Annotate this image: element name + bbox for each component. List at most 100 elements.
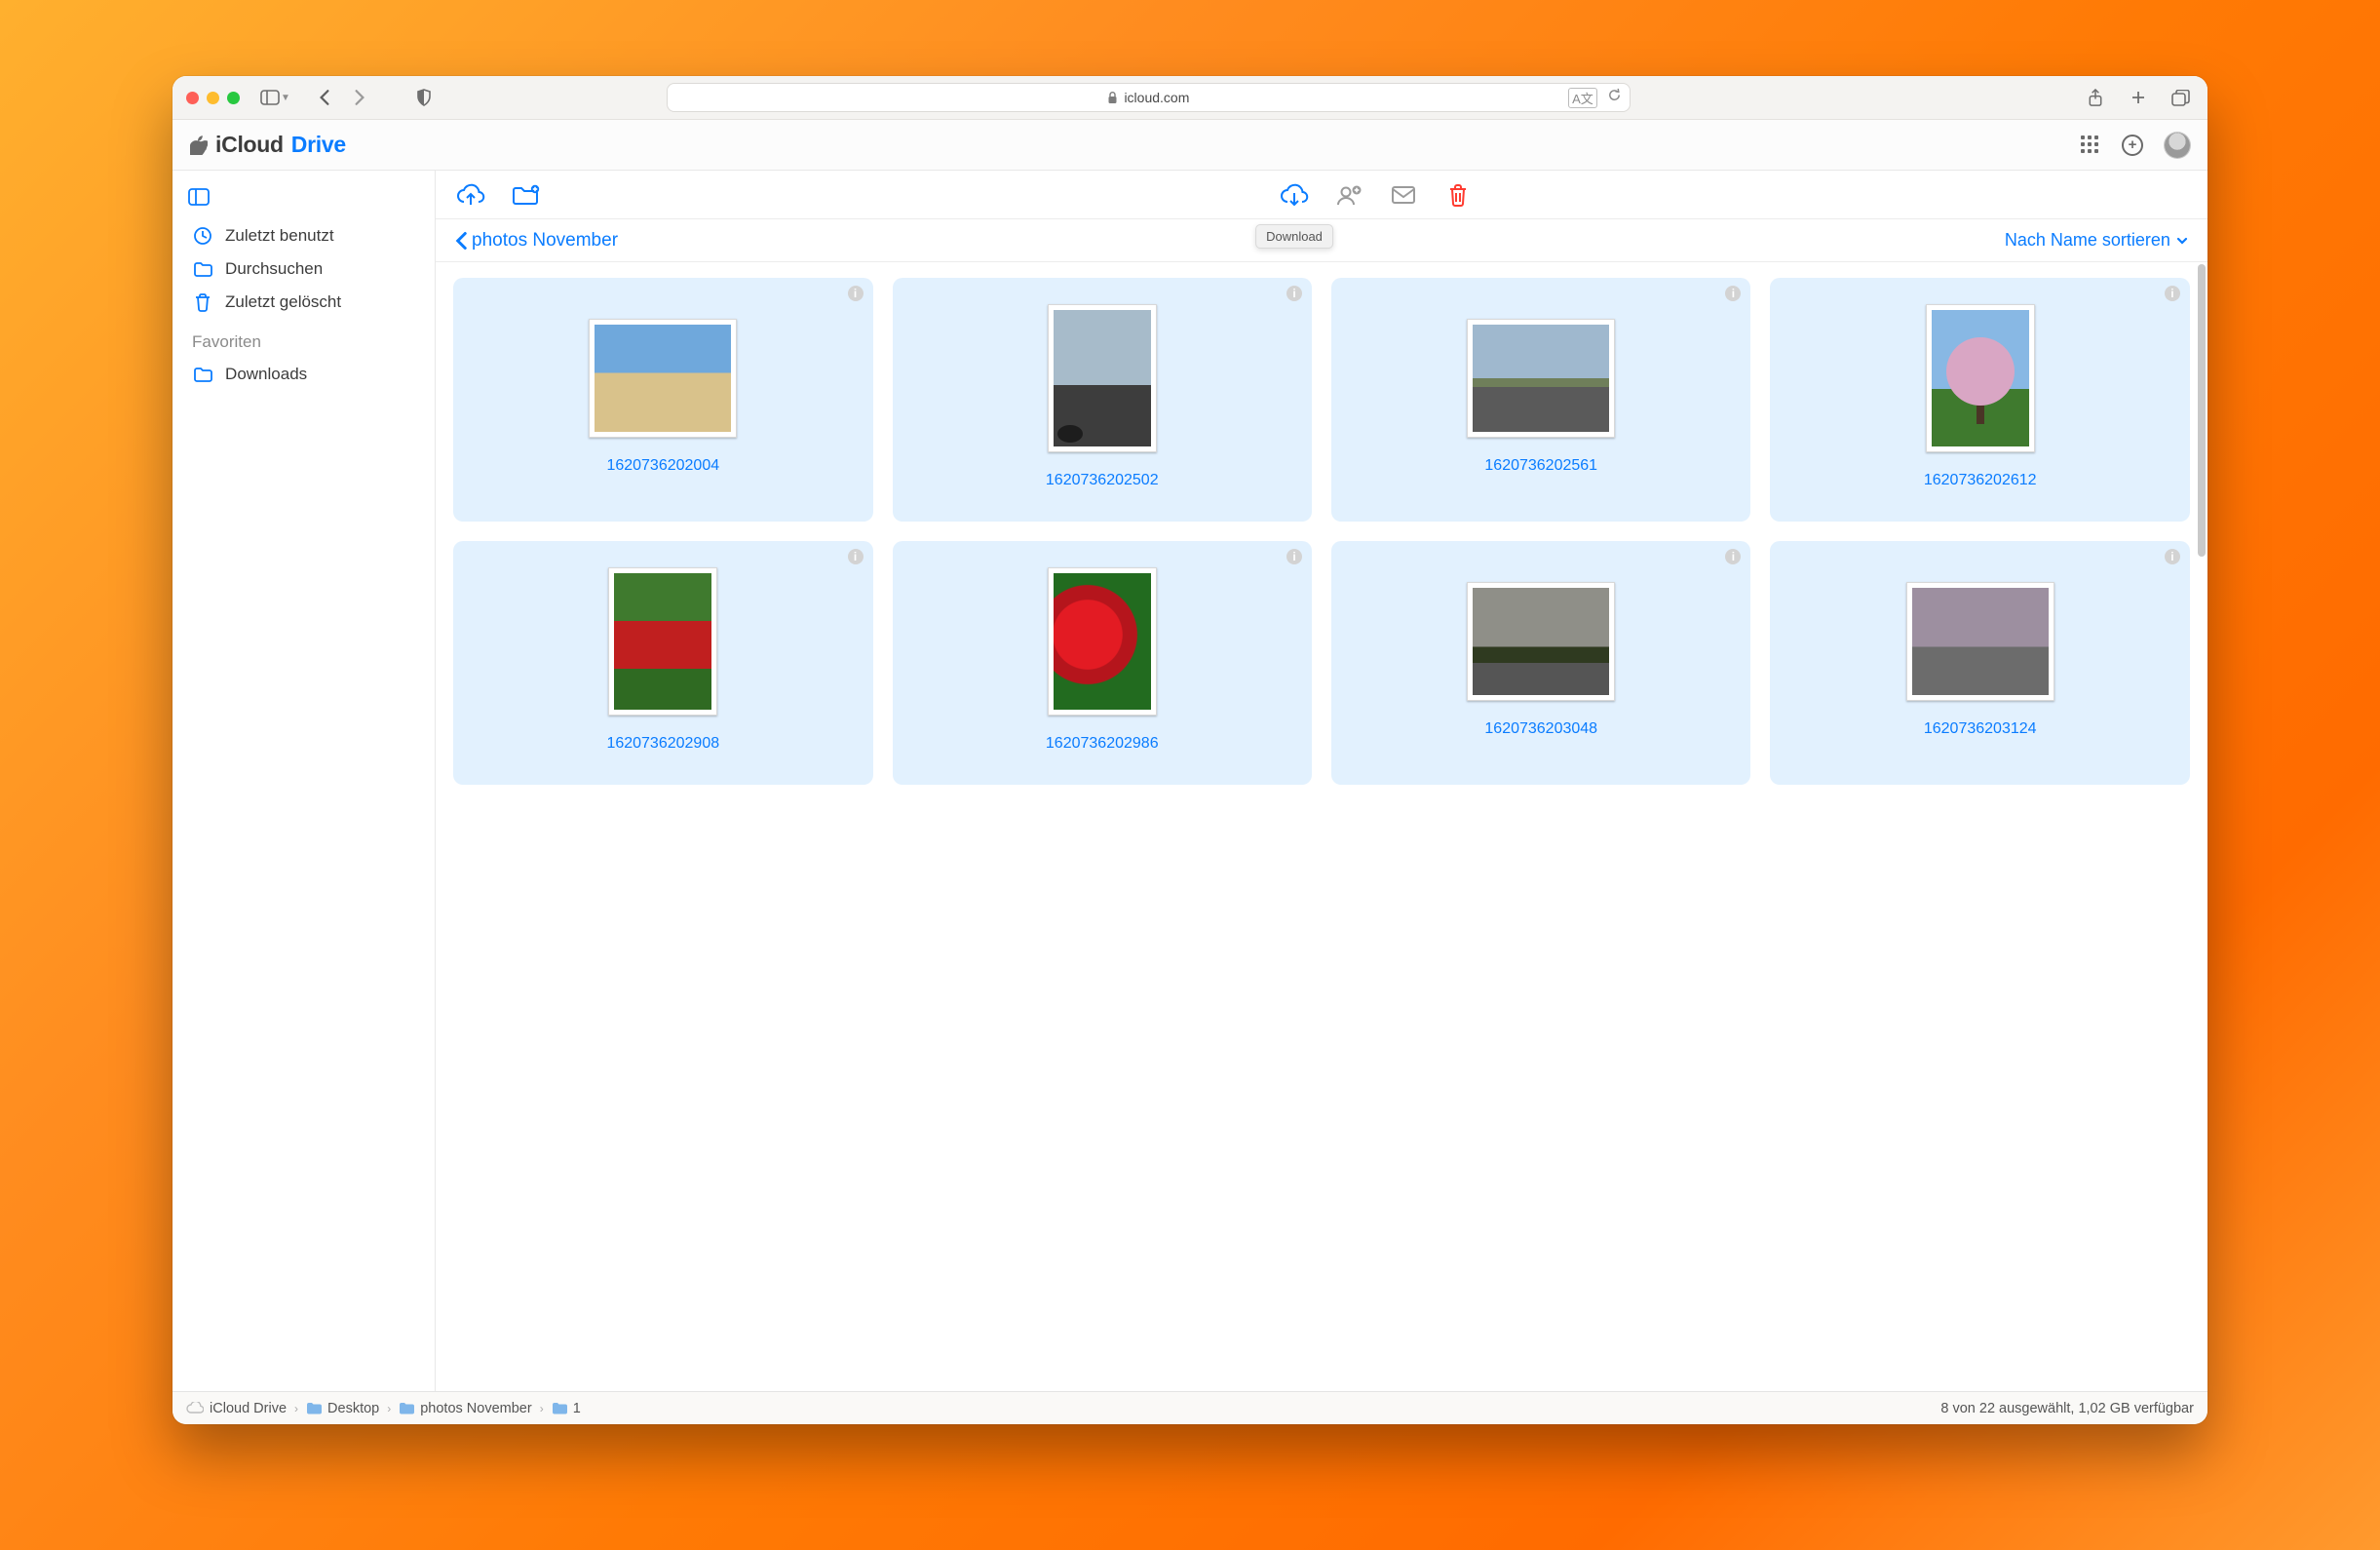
file-grid-scroll[interactable]: i1620736202004i1620736202502i16207362025…: [436, 262, 2207, 1391]
account-avatar[interactable]: [2165, 133, 2190, 158]
sidebar-item-0[interactable]: Zuletzt benutzt: [182, 219, 425, 252]
info-icon[interactable]: i: [1725, 286, 1741, 301]
sidebar-item-label: Zuletzt benutzt: [225, 226, 334, 246]
thumbnail: [1926, 304, 2035, 452]
thumbnail: [1467, 582, 1615, 701]
share-people-button[interactable]: [1333, 179, 1364, 211]
path-segment[interactable]: photos November: [399, 1401, 531, 1416]
main-area: Zuletzt benutzt Durchsuchen Zuletzt gelösc…: [173, 171, 2207, 1391]
folder-icon: [399, 1402, 414, 1414]
new-folder-button[interactable]: [510, 179, 541, 211]
folder-icon: [192, 367, 213, 383]
translate-icon[interactable]: A文: [1568, 88, 1597, 108]
file-name: 1620736202612: [1924, 472, 2037, 489]
trash-icon: [192, 292, 213, 312]
lock-icon: [1107, 92, 1118, 104]
privacy-shield-icon[interactable]: [411, 85, 437, 110]
clock-icon: [192, 226, 213, 246]
icloud-header: iCloud Drive +: [173, 120, 2207, 171]
back-button[interactable]: photos November: [455, 230, 618, 252]
chevron-right-icon: ›: [385, 1402, 393, 1415]
path-segment[interactable]: iCloud Drive: [186, 1401, 287, 1416]
info-icon[interactable]: i: [1725, 549, 1741, 564]
window-controls: [186, 92, 240, 104]
address-bar[interactable]: icloud.com A文: [667, 83, 1631, 112]
delete-button[interactable]: [1442, 179, 1474, 211]
path-segment[interactable]: 1: [552, 1401, 581, 1416]
file-card[interactable]: i 1620736202986: [893, 541, 1312, 785]
sidebar-toggle-icon[interactable]: [257, 85, 283, 110]
upload-button[interactable]: [455, 179, 486, 211]
thumbnail: [1467, 319, 1615, 438]
info-icon[interactable]: i: [2165, 549, 2180, 564]
icloud-drive-brand[interactable]: iCloud Drive: [190, 132, 346, 158]
chevron-right-icon: ›: [538, 1402, 546, 1415]
apps-grid-icon[interactable]: [2081, 136, 2100, 155]
back-label: photos November: [472, 230, 618, 252]
folder-icon: [306, 1402, 322, 1414]
file-card[interactable]: i 1620736202502: [893, 278, 1312, 522]
info-icon[interactable]: i: [848, 549, 864, 564]
sort-button[interactable]: Nach Name sortieren: [2005, 230, 2188, 251]
path-segment[interactable]: Desktop: [306, 1401, 379, 1416]
minimize-window-button[interactable]: [207, 92, 219, 104]
path-label: Desktop: [327, 1401, 379, 1416]
sidebar-favorite-0[interactable]: Downloads: [182, 358, 425, 391]
info-icon[interactable]: i: [848, 286, 864, 301]
cloud-icon: [186, 1402, 204, 1414]
file-card[interactable]: i 1620736203124: [1770, 541, 2189, 785]
info-icon[interactable]: i: [1286, 286, 1302, 301]
sidebar-collapse-icon[interactable]: [188, 188, 421, 206]
thumbnail: [1048, 567, 1157, 716]
folder-icon: [552, 1402, 567, 1414]
folder-icon: [192, 261, 213, 278]
file-card[interactable]: i 1620736202612: [1770, 278, 2189, 522]
close-window-button[interactable]: [186, 92, 199, 104]
file-name: 1620736202986: [1046, 735, 1159, 753]
tabs-overview-icon[interactable]: [2169, 85, 2194, 110]
file-name: 1620736202908: [606, 735, 719, 753]
sidebar-item-label: Downloads: [225, 365, 307, 384]
info-icon[interactable]: i: [2165, 286, 2180, 301]
brand-icloud: iCloud: [215, 132, 284, 158]
thumbnail: [1048, 304, 1157, 452]
file-card[interactable]: i 1620736203048: [1331, 541, 1750, 785]
file-card[interactable]: i 1620736202908: [453, 541, 872, 785]
sidebar-item-label: Durchsuchen: [225, 259, 323, 279]
path-label: photos November: [420, 1401, 531, 1416]
reload-icon[interactable]: [1607, 88, 1622, 108]
mail-button[interactable]: [1388, 179, 1419, 211]
sidebar: Zuletzt benutzt Durchsuchen Zuletzt gelösc…: [173, 171, 436, 1391]
fullscreen-window-button[interactable]: [227, 92, 240, 104]
address-bar-domain: icloud.com: [1124, 90, 1189, 105]
file-name: 1620736202561: [1484, 457, 1597, 475]
download-tooltip: Download: [1255, 224, 1333, 249]
info-icon[interactable]: i: [1286, 549, 1302, 564]
chevron-right-icon: ›: [292, 1402, 300, 1415]
scrollbar-thumb[interactable]: [2198, 264, 2206, 557]
favorites-header: Favoriten: [182, 319, 425, 358]
thumbnail: [1906, 582, 2054, 701]
sidebar-item-2[interactable]: Zuletzt gelöscht: [182, 286, 425, 319]
nav-forward-button[interactable]: [347, 85, 372, 110]
file-name: 1620736202502: [1046, 472, 1159, 489]
share-icon[interactable]: [2083, 85, 2108, 110]
file-card[interactable]: i1620736202004: [453, 278, 872, 522]
file-name: 1620736203124: [1924, 720, 2037, 738]
browser-titlebar: ▼ icloud.com A文: [173, 76, 2207, 120]
thumbnail: [608, 567, 717, 716]
status-text: 8 von 22 ausgewählt, 1,02 GB verfügbar: [1940, 1401, 2194, 1416]
file-name: 1620736203048: [1484, 720, 1597, 738]
download-button[interactable]: Download: [1279, 179, 1310, 211]
thumbnail: [589, 319, 737, 438]
path-label: 1: [573, 1401, 581, 1416]
add-circle-icon[interactable]: +: [2122, 135, 2143, 156]
file-grid: i1620736202004i1620736202502i16207362025…: [453, 278, 2190, 785]
nav-back-button[interactable]: [312, 85, 337, 110]
file-card[interactable]: i 1620736202561: [1331, 278, 1750, 522]
chevron-down-icon[interactable]: ▼: [281, 93, 290, 103]
new-tab-icon[interactable]: [2126, 85, 2151, 110]
sidebar-item-1[interactable]: Durchsuchen: [182, 252, 425, 286]
file-toolbar: Download: [436, 171, 2207, 219]
content-pane: Download photos Novem: [436, 171, 2207, 1391]
